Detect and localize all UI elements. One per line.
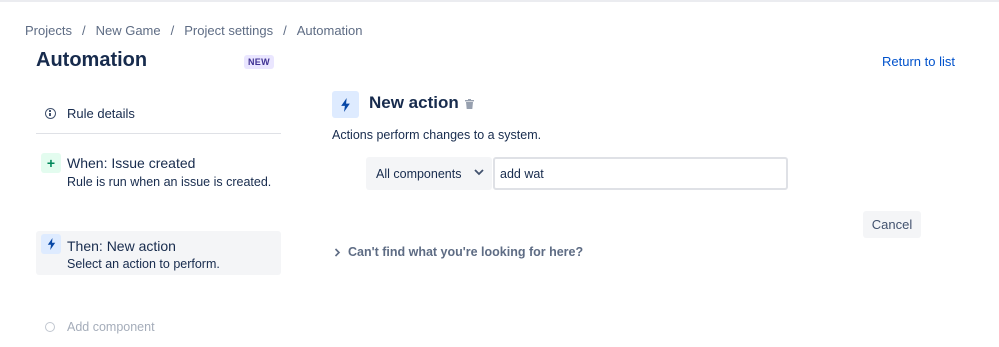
- breadcrumb-new-game[interactable]: New Game: [96, 23, 161, 38]
- trigger-step-title: When: Issue created: [67, 155, 196, 171]
- panel-title: New action: [369, 93, 459, 112]
- action-step-title: Then: New action: [67, 238, 176, 254]
- return-to-list-link[interactable]: Return to list: [882, 54, 955, 69]
- help-toggle-label: Can't find what you're looking for here?: [348, 245, 584, 259]
- breadcrumb-separator: /: [170, 23, 175, 38]
- breadcrumb-separator: /: [283, 23, 287, 38]
- chevron-down-icon: [474, 169, 484, 176]
- lightning-bolt-icon: [41, 234, 61, 254]
- sidebar-item-rule-details[interactable]: Rule details: [36, 98, 281, 128]
- action-step-description: Select an action to perform.: [67, 257, 220, 271]
- panel-description: Actions perform changes to a system.: [332, 128, 542, 142]
- action-step-card[interactable]: Then: New action Select an action to per…: [36, 231, 281, 275]
- trash-icon[interactable]: [465, 99, 474, 109]
- top-border: [0, 0, 999, 2]
- help-expand-toggle[interactable]: Can't find what you're looking for here?: [334, 245, 583, 259]
- page-title: Automation: [36, 49, 148, 71]
- sidebar-divider: [36, 133, 281, 134]
- breadcrumb-projects[interactable]: Projects: [25, 23, 72, 38]
- component-filter-select[interactable]: All components: [366, 157, 492, 190]
- trigger-step-card[interactable]: + When: Issue created Rule is run when a…: [36, 150, 281, 195]
- add-component-label: Add component: [67, 320, 155, 334]
- component-filter-value: All components: [376, 166, 462, 181]
- trigger-step-description: Rule is run when an issue is created.: [67, 175, 272, 189]
- cancel-button[interactable]: Cancel: [863, 211, 921, 238]
- new-badge: NEW: [244, 55, 274, 69]
- rule-details-label: Rule details: [67, 105, 135, 121]
- breadcrumb-separator: /: [81, 23, 86, 38]
- plus-icon: +: [41, 153, 61, 173]
- lightning-bolt-icon: [332, 91, 359, 118]
- breadcrumb-automation[interactable]: Automation: [297, 23, 363, 38]
- info-icon: [45, 107, 56, 119]
- circle-icon: [45, 322, 55, 332]
- add-component-button[interactable]: Add component: [45, 320, 155, 334]
- breadcrumb-project-settings[interactable]: Project settings: [184, 23, 273, 38]
- breadcrumb: Projects / New Game / Project settings /…: [25, 23, 363, 38]
- chevron-right-icon: [334, 247, 341, 257]
- search-input[interactable]: [493, 157, 788, 190]
